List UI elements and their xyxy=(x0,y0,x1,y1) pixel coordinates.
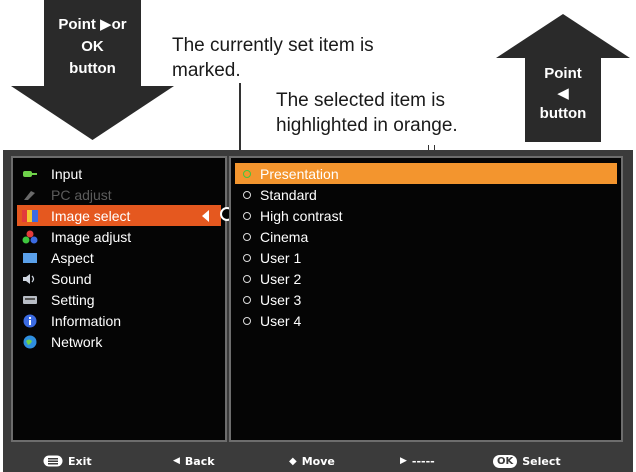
menu-item-input[interactable]: Input xyxy=(17,163,221,184)
option-user-1[interactable]: User 1 xyxy=(235,247,617,268)
option-label: User 1 xyxy=(260,249,302,266)
aspect-icon xyxy=(21,251,39,265)
radio-icon xyxy=(243,295,251,304)
right-arrow-label: Point ◀ button xyxy=(539,65,587,122)
option-high-contrast[interactable]: High contrast xyxy=(235,205,617,226)
menu-item-information[interactable]: Information xyxy=(17,310,221,331)
information-icon xyxy=(21,314,39,328)
projector-osd: Input PC adjust Image select Image adjus… xyxy=(3,150,633,472)
back-label: Back xyxy=(184,454,215,468)
menu-label: Input xyxy=(51,165,83,182)
radio-icon xyxy=(243,274,251,283)
left-triangle-icon: ◀ xyxy=(173,456,180,466)
submenu-panel: Presentation Standard High contrast Cine… xyxy=(229,156,623,442)
image-select-icon xyxy=(21,209,39,223)
menu-item-sound[interactable]: Sound xyxy=(17,268,221,289)
right-triangle-icon: ▶ xyxy=(400,456,407,466)
radio-icon xyxy=(243,253,251,262)
back-hint: ◀ Back xyxy=(173,455,215,468)
exit-label: Exit xyxy=(68,454,92,468)
network-icon xyxy=(21,335,39,349)
up-down-icon: ◆ xyxy=(289,455,297,467)
option-label: High contrast xyxy=(260,207,343,224)
image-adjust-icon xyxy=(21,230,39,244)
caret-left-icon xyxy=(202,209,209,222)
select-hint: OK Select xyxy=(493,454,561,468)
move-label: Move xyxy=(301,454,335,468)
menu-button-icon xyxy=(43,455,63,467)
option-label: Cinema xyxy=(260,228,309,245)
option-label: User 2 xyxy=(260,270,302,287)
main-menu-panel: Input PC adjust Image select Image adjus… xyxy=(11,156,227,442)
option-label: User 3 xyxy=(260,291,302,308)
menu-item-image-select[interactable]: Image select xyxy=(17,205,221,226)
option-presentation[interactable]: Presentation xyxy=(235,163,617,184)
menu-item-pc-adjust[interactable]: PC adjust xyxy=(17,184,221,205)
setting-icon xyxy=(21,293,39,307)
radio-icon xyxy=(243,316,251,325)
point-right-or-ok-arrow: Point ▶or OK button xyxy=(8,0,178,142)
menu-item-setting[interactable]: Setting xyxy=(17,289,221,310)
menu-label: Image select xyxy=(51,207,131,224)
radio-icon xyxy=(243,232,251,241)
radio-icon xyxy=(243,190,251,199)
move-hint: ◆ Move xyxy=(289,455,335,468)
next-hint: ▶ ----- xyxy=(400,455,435,468)
option-user-2[interactable]: User 2 xyxy=(235,268,617,289)
left-arrow-label: Point ▶or OK button xyxy=(58,16,127,77)
option-label: User 4 xyxy=(260,312,302,329)
menu-label: PC adjust xyxy=(51,186,112,203)
current-item-note: The currently set item is marked. xyxy=(172,35,374,81)
guide-statusbar: Exit ◀ Back ◆ Move ▶ ----- OK Select xyxy=(3,450,633,472)
sound-icon xyxy=(21,272,39,286)
pc-adjust-icon xyxy=(21,188,39,202)
current-marker-icon xyxy=(243,169,251,178)
menu-label: Aspect xyxy=(51,249,94,266)
option-user-4[interactable]: User 4 xyxy=(235,310,617,331)
option-cinema[interactable]: Cinema xyxy=(235,226,617,247)
menu-label: Image adjust xyxy=(51,228,132,245)
option-label: Presentation xyxy=(260,165,339,182)
radio-icon xyxy=(243,211,251,220)
menu-item-network[interactable]: Network xyxy=(17,331,221,352)
menu-label: Information xyxy=(51,312,122,329)
input-icon xyxy=(21,167,39,181)
menu-label: Network xyxy=(51,333,103,350)
option-label: Standard xyxy=(260,186,317,203)
menu-label: Sound xyxy=(51,270,92,287)
point-left-arrow: Point ◀ button xyxy=(496,14,631,142)
option-user-3[interactable]: User 3 xyxy=(235,289,617,310)
menu-label: Setting xyxy=(51,291,95,308)
next-label: ----- xyxy=(411,454,435,468)
option-standard[interactable]: Standard xyxy=(235,184,617,205)
exit-hint: Exit xyxy=(43,455,92,468)
selected-item-note: The selected item is highlighted in oran… xyxy=(276,90,458,136)
menu-item-aspect[interactable]: Aspect xyxy=(17,247,221,268)
select-label: Select xyxy=(522,454,561,468)
ok-button-icon: OK xyxy=(493,454,518,468)
menu-item-image-adjust[interactable]: Image adjust xyxy=(17,226,221,247)
